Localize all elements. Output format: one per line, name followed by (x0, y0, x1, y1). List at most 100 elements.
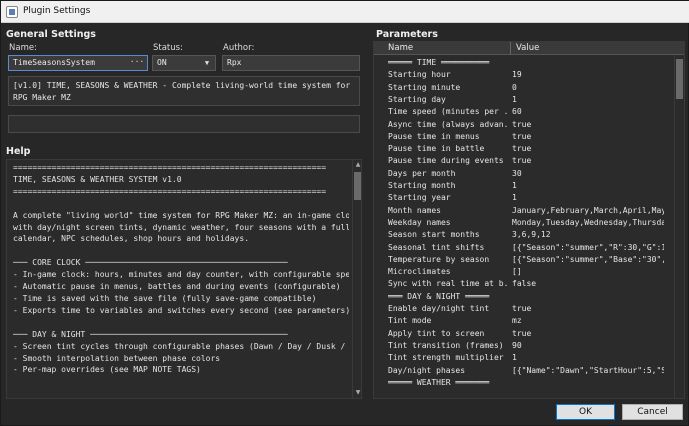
help-panel: ========================================… (6, 159, 362, 399)
param-name: Async time (always advan... (388, 119, 510, 129)
help-line: - Screen tint cycles through configurabl… (13, 341, 349, 351)
param-row[interactable]: Tint mode mz (374, 315, 674, 327)
help-line: ========================================… (13, 163, 327, 172)
help-line: with day/night screen tints, dynamic wea… (13, 222, 349, 232)
name-label: Name: (9, 43, 37, 53)
name-value: TimeSeasonsSystem (13, 58, 95, 67)
param-row[interactable]: Time speed (minutes per ... 60 (374, 106, 674, 118)
author-field[interactable]: Rpx (222, 55, 360, 71)
column-divider[interactable] (510, 42, 511, 55)
help-line: ========================================… (13, 186, 327, 196)
param-name: Month names (388, 205, 441, 215)
param-row[interactable]: Microclimates [] (374, 266, 674, 278)
parameters-table: Name Value ═════ TIME ══════════ Starting… (373, 41, 685, 399)
param-name: Season start months (388, 230, 480, 240)
help-line: - Time is saved with the save file (full… (13, 293, 317, 303)
chevron-down-icon: ▼ (204, 59, 210, 67)
col-name-header[interactable]: Name (388, 43, 413, 53)
status-select[interactable]: ON ▼ (152, 55, 216, 71)
param-value: 1 (512, 193, 517, 203)
help-line: - Exports time to variables and switches… (13, 305, 349, 315)
help-line: A complete "living world" time system fo… (13, 210, 349, 220)
param-row[interactable]: Pause time in menus true (374, 131, 674, 143)
param-name: Time speed (minutes per ... (388, 107, 510, 117)
param-row[interactable]: Tint transition (frames) 90 (374, 340, 674, 352)
param-value: Monday,Tuesday,Wednesday,Thursda... (512, 217, 664, 227)
param-row[interactable]: Enable day/night tint true (374, 303, 674, 315)
name-field[interactable]: TimeSeasonsSystem ··· (8, 55, 148, 71)
param-value: [{"Season":"summer","R":30,"G":1... (512, 242, 664, 252)
param-name: Starting year (388, 193, 451, 203)
param-name: Seasonal tint shifts (388, 242, 485, 252)
col-value-header[interactable]: Value (516, 43, 539, 53)
help-text: ========================================… (13, 162, 349, 376)
param-value: true (512, 119, 532, 129)
help-line (13, 245, 349, 257)
param-name: Starting hour (388, 70, 451, 80)
ok-button[interactable]: OK (556, 404, 615, 420)
param-row[interactable]: Pause time during events true (374, 155, 674, 167)
param-value: 30 (512, 168, 522, 178)
help-scroll-thumb[interactable] (354, 172, 361, 200)
param-name: Starting minute (388, 82, 461, 92)
param-row[interactable]: Starting year 1 (374, 192, 674, 204)
param-value: 1 (512, 181, 517, 190)
param-row[interactable]: ═══ DAY & NIGHT ═════ (374, 291, 674, 303)
param-row[interactable]: Seasonal tint shifts [{"Season":"summer",… (374, 242, 674, 254)
empty-field[interactable] (8, 115, 360, 133)
param-row[interactable]: Starting month 1 (374, 180, 674, 192)
param-row[interactable]: Temperature by season [{"Season":"summer"… (374, 254, 674, 266)
name-browse-button[interactable]: ··· (129, 57, 145, 69)
param-row[interactable]: Month names January,February,March,April,… (374, 205, 674, 217)
param-name: Starting month (388, 181, 456, 190)
help-title: Help (6, 146, 31, 157)
param-name: Apply tint to screen (388, 328, 485, 338)
param-row[interactable]: Weekday names Monday,Tuesday,Wednesday,Th… (374, 217, 674, 229)
help-line (13, 198, 349, 210)
cancel-button[interactable]: Cancel (622, 404, 683, 420)
param-name: Tint mode (388, 316, 432, 326)
param-row[interactable]: Async time (always advan... true (374, 119, 674, 131)
help-line: calendar, NPC schedules, shop hours and … (13, 234, 250, 244)
help-line: TIME, SEASONS & WEATHER SYSTEM v1.0 (13, 174, 182, 184)
param-row[interactable]: Pause time in battle true (374, 143, 674, 155)
param-row[interactable]: Tint strength multiplier 1 (374, 352, 674, 364)
param-row[interactable]: ═════ WEATHER ═══════ (374, 377, 674, 389)
param-value: 19 (512, 70, 522, 80)
scroll-down-icon[interactable]: ▼ (353, 388, 361, 398)
param-name: Tint transition (frames) (388, 340, 504, 350)
param-value: January,February,March,April,May·.. (512, 205, 664, 215)
table-header: Name Value (374, 42, 684, 55)
param-name: Microclimates (388, 267, 451, 277)
param-name: Pause time in battle (388, 144, 485, 154)
param-name: Enable day/night tint (388, 304, 490, 313)
param-row[interactable]: Starting hour 19 (374, 69, 674, 81)
description-text: [v1.0] TIME, SEASONS & WEATHER - Complet… (13, 81, 351, 102)
param-row[interactable]: Sync with real time at b... false (374, 278, 674, 290)
help-line: ─── DAY & NIGHT ────────────────────────… (13, 329, 288, 339)
plugin-settings-window: Plugin Settings General Settings Name: T… (0, 0, 689, 426)
param-value: true (512, 328, 532, 338)
param-row[interactable]: Starting day 1 (374, 94, 674, 106)
help-line: ─── CORE CLOCK ─────────────────────────… (13, 258, 288, 268)
param-row[interactable]: Starting minute 0 (374, 82, 674, 94)
param-row[interactable]: Season start months 3,6,9,12 (374, 229, 674, 241)
scroll-up-icon[interactable]: ▲ (353, 160, 361, 170)
param-value: mz (512, 316, 522, 326)
param-value: true (512, 131, 532, 141)
param-row[interactable]: Apply tint to screen true (374, 328, 674, 340)
help-scrollbar[interactable]: ▲ ▼ (352, 160, 361, 398)
params-scroll-thumb[interactable] (676, 59, 683, 99)
param-name: Temperature by season (388, 254, 490, 264)
title-bar: Plugin Settings (1, 1, 689, 23)
description-box: [v1.0] TIME, SEASONS & WEATHER - Complet… (8, 76, 360, 106)
param-name: Weekday names (388, 217, 451, 227)
param-value: [{"Name":"Dawn","StartHour":5,"S... (512, 365, 664, 375)
param-row[interactable]: Days per month 30 (374, 168, 674, 180)
param-row[interactable]: ═════ TIME ══════════ (374, 57, 674, 69)
param-row[interactable]: Day/night phases [{"Name":"Dawn","StartHo… (374, 365, 674, 377)
param-value: 3,6,9,12 (512, 230, 551, 240)
params-scrollbar[interactable] (674, 55, 684, 398)
help-line: - Automatic pause in menus, battles and … (13, 282, 341, 292)
param-name: Sync with real time at b... (388, 279, 510, 289)
